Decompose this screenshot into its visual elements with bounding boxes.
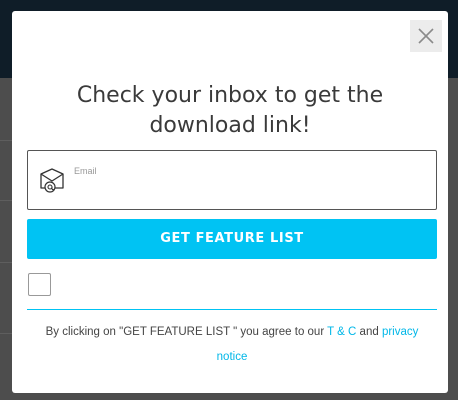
terms-text: By clicking on "GET FEATURE LIST " you a…	[32, 320, 432, 370]
mail-at-icon	[40, 168, 64, 193]
get-feature-list-button[interactable]: GET FEATURE LIST	[27, 219, 437, 259]
close-icon	[418, 28, 434, 44]
backdrop-divider	[0, 333, 12, 334]
close-button[interactable]	[410, 20, 442, 52]
terms-and: and	[359, 326, 379, 338]
backdrop-divider	[0, 140, 12, 141]
terms-prefix: By clicking on "GET FEATURE LIST " you a…	[45, 326, 325, 338]
tc-link[interactable]: T & C	[327, 326, 356, 338]
email-input[interactable]	[74, 179, 424, 201]
modal-title: Check your inbox to get the download lin…	[76, 83, 384, 138]
download-modal: Check your inbox to get the download lin…	[12, 11, 448, 393]
backdrop-divider	[0, 262, 12, 263]
email-field[interactable]: Email	[27, 150, 437, 210]
consent-checkbox[interactable]	[28, 273, 51, 296]
email-label: Email	[74, 166, 97, 176]
backdrop-divider	[0, 200, 12, 201]
divider	[27, 309, 437, 310]
